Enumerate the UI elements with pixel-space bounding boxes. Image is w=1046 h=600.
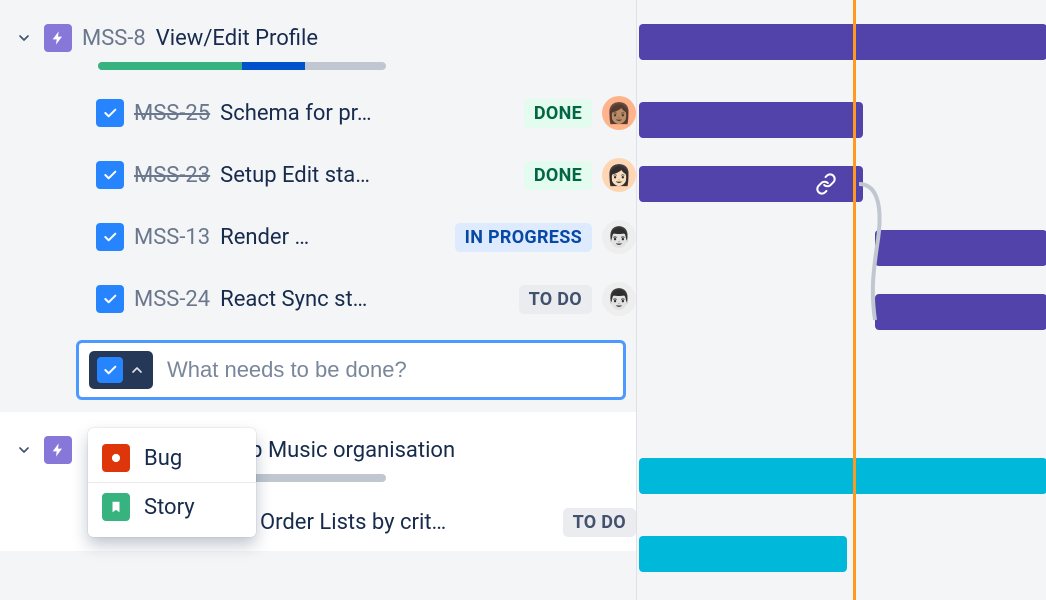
gantt-bar[interactable]: [639, 102, 863, 138]
gantt-bar-epic[interactable]: [639, 458, 1046, 494]
issue-row[interactable]: MSS-25 Schema for pr… DONE 👩🏽: [0, 82, 636, 144]
chevron-down-icon[interactable]: [14, 28, 34, 48]
task-icon: [96, 161, 124, 189]
gantt-bar[interactable]: [875, 230, 1046, 266]
dropdown-item-label: Story: [144, 495, 195, 520]
issue-title[interactable]: Schema for pr…: [220, 101, 371, 126]
gantt-bar[interactable]: [875, 294, 1046, 330]
progress-in-progress-segment: [242, 62, 305, 70]
create-issue-inline[interactable]: [76, 340, 626, 400]
issue-type-selector[interactable]: [89, 351, 153, 389]
assignee-avatar[interactable]: 👨🏻: [602, 282, 636, 316]
task-icon: [97, 357, 123, 383]
status-badge[interactable]: TO DO: [563, 508, 636, 537]
issue-row[interactable]: MSS-13 Render … IN PROGRESS 👨🏻: [0, 206, 636, 268]
task-icon: [96, 223, 124, 251]
status-badge[interactable]: TO DO: [519, 285, 592, 314]
timeline-panel[interactable]: [636, 0, 1046, 600]
epic-progress-bar: [98, 62, 386, 70]
task-icon: [96, 99, 124, 127]
issue-title[interactable]: up Music organisation: [238, 438, 455, 463]
issue-key[interactable]: MSS-13: [134, 225, 210, 250]
issue-key[interactable]: MSS-8: [82, 26, 146, 51]
issue-title[interactable]: Order Lists by crit…: [260, 510, 446, 535]
assignee-avatar[interactable]: 👩🏻: [602, 158, 636, 192]
bug-icon: [102, 444, 130, 472]
issue-title[interactable]: View/Edit Profile: [156, 26, 318, 51]
story-icon: [102, 493, 130, 521]
task-icon: [96, 285, 124, 313]
assignee-avatar[interactable]: 👩🏽: [602, 96, 636, 130]
epic-row[interactable]: MSS-8 View/Edit Profile: [0, 0, 636, 60]
issue-row[interactable]: MSS-23 Setup Edit sta… DONE 👩🏻: [0, 144, 636, 206]
issue-type-dropdown: Bug Story: [88, 428, 256, 537]
gantt-bar[interactable]: [639, 166, 863, 202]
dropdown-item-story[interactable]: Story: [88, 483, 256, 531]
create-issue-input[interactable]: [153, 357, 613, 383]
assignee-avatar[interactable]: 👨🏻: [602, 220, 636, 254]
chevron-up-icon: [129, 362, 145, 378]
issue-row[interactable]: MSS-24 React Sync st… TO DO 👨🏻: [0, 268, 636, 330]
issue-key[interactable]: MSS-25: [134, 101, 210, 126]
dropdown-item-label: Bug: [144, 446, 182, 471]
issue-title[interactable]: Render …: [220, 225, 309, 250]
dropdown-item-bug[interactable]: Bug: [88, 434, 256, 483]
status-badge[interactable]: IN PROGRESS: [455, 223, 592, 252]
chevron-down-icon[interactable]: [14, 440, 34, 460]
epic-icon: [44, 436, 72, 464]
status-badge[interactable]: DONE: [524, 99, 592, 128]
progress-done-segment: [98, 62, 242, 70]
issue-title[interactable]: Setup Edit sta…: [220, 163, 370, 188]
today-marker: [853, 0, 856, 600]
issue-key[interactable]: MSS-24: [134, 287, 210, 312]
link-icon[interactable]: [815, 173, 837, 195]
status-badge[interactable]: DONE: [524, 161, 592, 190]
issue-list-panel: MSS-8 View/Edit Profile MSS-25 Schema fo…: [0, 0, 636, 600]
gantt-bar-epic[interactable]: [639, 24, 1046, 60]
issue-title[interactable]: React Sync st…: [220, 287, 367, 312]
gantt-bar[interactable]: [639, 536, 847, 572]
epic-icon: [44, 24, 72, 52]
issue-key[interactable]: MSS-23: [134, 163, 210, 188]
